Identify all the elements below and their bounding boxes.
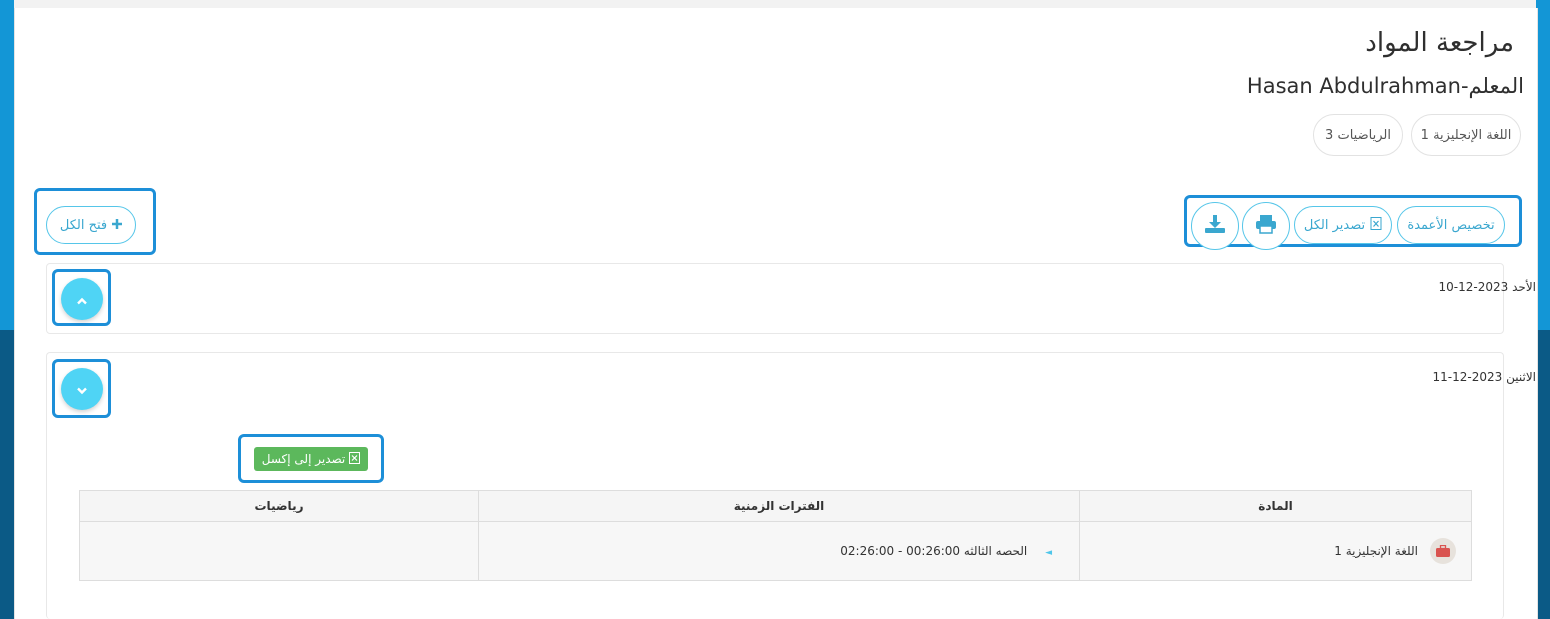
- page-title: مراجعة المواد: [1365, 28, 1514, 58]
- table-row: اللغة الإنجليزية 1 ◄ الحصه الثالثه 00:26…: [79, 521, 1472, 581]
- header-subject: المادة: [1079, 490, 1472, 522]
- day-panel-sunday: [46, 263, 1504, 334]
- customize-columns-label: تخصيص الأعمدة: [1407, 217, 1495, 233]
- download-button[interactable]: [1191, 202, 1239, 250]
- plus-icon: [112, 218, 123, 233]
- tab-english-1[interactable]: اللغة الإنجليزية 1: [1411, 114, 1521, 156]
- print-button[interactable]: [1242, 202, 1290, 250]
- expand-all-label: فتح الكل: [59, 217, 108, 233]
- subject-cell: اللغة الإنجليزية 1: [1079, 521, 1472, 581]
- chevron-down-icon: [76, 380, 88, 399]
- download-icon: [1204, 213, 1226, 239]
- export-all-label: تصدير الكل: [1303, 217, 1366, 233]
- collapse-day-button[interactable]: [61, 278, 103, 320]
- printer-icon: [1255, 214, 1277, 238]
- export-all-button[interactable]: تصدير الكل: [1294, 206, 1392, 244]
- header-math: رياضيات: [79, 490, 479, 522]
- expand-day-button[interactable]: [61, 368, 103, 410]
- day-title-monday: الاثنين 2023-12-11: [1432, 370, 1536, 384]
- expand-all-button[interactable]: فتح الكل: [46, 206, 136, 244]
- excel-file-icon: [1370, 216, 1382, 234]
- math-cell: [79, 521, 479, 581]
- table-header-row: المادة الفترات الزمنية رياضيات: [79, 490, 1472, 522]
- export-excel-label: تصدير إلى إكسل: [261, 452, 346, 466]
- customize-columns-button[interactable]: تخصيص الأعمدة: [1397, 206, 1505, 244]
- day-title-sunday: الأحد 2023-12-10: [1438, 280, 1536, 294]
- triangle-icon: ◄: [1045, 548, 1052, 558]
- excel-file-icon: [349, 451, 361, 467]
- chevron-up-icon: [76, 290, 88, 309]
- export-excel-button[interactable]: تصدير إلى إكسل: [254, 447, 368, 471]
- briefcase-icon: [1430, 538, 1456, 564]
- tab-math-3[interactable]: الرياضيات 3: [1313, 114, 1403, 156]
- schedule-table: المادة الفترات الزمنية رياضيات اللغة الإ…: [79, 490, 1472, 581]
- subject-name: اللغة الإنجليزية 1: [1334, 544, 1418, 558]
- period-cell: ◄ الحصه الثالثه 00:26:00 - 02:26:00: [478, 521, 1080, 581]
- header-periods: الفترات الزمنية: [478, 490, 1080, 522]
- teacher-name: المعلم-Hasan Abdulrahman: [1246, 74, 1524, 98]
- period-text: الحصه الثالثه 00:26:00 - 02:26:00: [840, 544, 1028, 558]
